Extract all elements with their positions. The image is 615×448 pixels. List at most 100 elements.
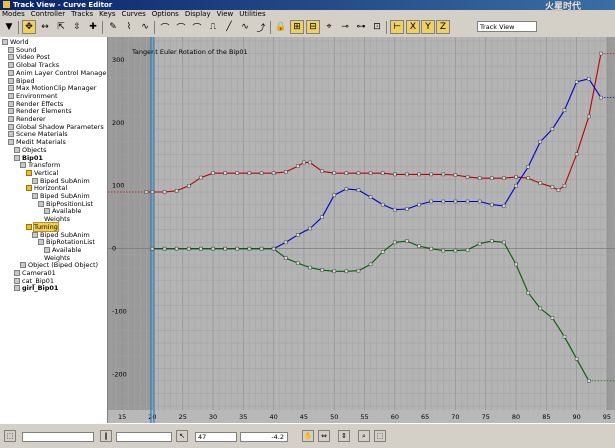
curve-key[interactable]	[562, 183, 567, 188]
curve-key[interactable]	[368, 171, 373, 175]
curve-key[interactable]	[283, 170, 288, 174]
curve-key[interactable]	[235, 171, 240, 175]
curve-key[interactable]	[477, 199, 482, 204]
curve-key[interactable]	[368, 262, 373, 267]
curve-key[interactable]	[259, 246, 264, 251]
curve-key[interactable]	[393, 207, 397, 212]
curve-key[interactable]	[271, 246, 276, 251]
curve-key[interactable]	[344, 187, 349, 191]
curve-key[interactable]	[308, 160, 312, 165]
menu-utilities[interactable]: Utilities	[239, 10, 265, 18]
curve-key[interactable]	[320, 169, 324, 174]
curve-key[interactable]	[514, 262, 518, 267]
lock-tangents-icon[interactable]: ⊟	[306, 20, 320, 34]
curve-key[interactable]	[187, 246, 191, 251]
break-tangents-icon[interactable]: ⊸	[338, 20, 352, 34]
menu-keys[interactable]: Keys	[99, 10, 115, 18]
curve-key[interactable]	[574, 357, 579, 361]
curve-key[interactable]	[344, 171, 349, 175]
menu-controller[interactable]: Controller	[31, 10, 65, 18]
curve-key[interactable]	[308, 265, 312, 270]
curve-key[interactable]	[502, 204, 506, 208]
parameter-curve-out-icon[interactable]: ⤴	[254, 20, 268, 34]
curve-key[interactable]	[356, 188, 361, 192]
curve-key[interactable]	[417, 202, 421, 207]
curve-key[interactable]	[538, 306, 543, 311]
curve-key[interactable]	[556, 188, 561, 192]
curve-key[interactable]	[429, 172, 433, 177]
zoom-region-icon[interactable]: ⬚	[374, 430, 386, 442]
slide-keys-icon[interactable]: ↔	[38, 20, 52, 34]
curve-key[interactable]	[599, 51, 603, 56]
curve-key[interactable]	[296, 261, 300, 265]
curve-key[interactable]	[380, 171, 385, 175]
filter-icon[interactable]: ▼	[2, 20, 16, 34]
curve-key[interactable]	[150, 190, 155, 194]
curve-key[interactable]	[587, 77, 591, 81]
curve-key[interactable]	[562, 335, 567, 339]
curve-key[interactable]	[441, 248, 446, 253]
curve-key[interactable]	[453, 248, 458, 253]
curve-key[interactable]	[308, 226, 312, 231]
curve-key[interactable]	[162, 246, 167, 251]
pause-icon[interactable]: ‖	[100, 430, 112, 442]
unify-tangents-icon[interactable]: ⊶	[354, 20, 368, 34]
key-icon[interactable]: ⬚	[4, 430, 16, 442]
curve-key[interactable]	[514, 175, 518, 179]
curve-key[interactable]	[393, 172, 397, 177]
curve-key[interactable]	[441, 199, 446, 204]
curve-key[interactable]	[174, 189, 179, 193]
curve-key[interactable]	[199, 175, 203, 180]
snap-frames-icon[interactable]: ⊞	[290, 20, 304, 34]
curve-key[interactable]	[465, 248, 470, 252]
curve-key[interactable]	[235, 246, 240, 251]
curve-key[interactable]	[356, 171, 361, 175]
zoom-value-extents-icon[interactable]: ⇕	[338, 430, 350, 442]
curve-key[interactable]	[380, 202, 385, 207]
curve-key[interactable]	[526, 290, 530, 295]
move-keys-icon[interactable]: ✥	[22, 20, 36, 34]
curve-key[interactable]	[320, 268, 324, 272]
value-field[interactable]: -4.2	[240, 432, 288, 442]
tree-item[interactable]: girl_Bip01	[14, 284, 58, 292]
curve-key[interactable]	[417, 244, 421, 248]
curve-key[interactable]	[150, 246, 155, 251]
curve-key[interactable]	[296, 164, 300, 168]
curve-key[interactable]	[441, 172, 446, 177]
tangent-slow-icon[interactable]: ⌒	[190, 20, 204, 34]
draw-curves-icon[interactable]: ✎	[106, 20, 120, 34]
curve-key[interactable]	[271, 171, 276, 175]
curve-graph[interactable]: Tangent Euler Rotation of the Bip01 300 20…	[108, 37, 615, 423]
curve-key[interactable]	[368, 195, 373, 199]
curve-key[interactable]	[187, 183, 191, 188]
curve-key[interactable]	[599, 95, 603, 100]
curve-key[interactable]	[502, 176, 506, 180]
curve-key[interactable]	[211, 246, 215, 251]
curve-key[interactable]	[223, 171, 227, 175]
curve-key[interactable]	[320, 215, 324, 219]
curve-key[interactable]	[429, 246, 433, 251]
curve-key[interactable]	[144, 190, 149, 194]
curve-key[interactable]	[587, 379, 591, 383]
curve-key[interactable]	[429, 199, 433, 204]
curve-key[interactable]	[550, 127, 555, 131]
menu-tracks[interactable]: Tracks	[71, 10, 93, 18]
curve-key[interactable]	[514, 183, 518, 188]
keys-z-icon[interactable]: Z	[436, 20, 450, 34]
curve-key[interactable]	[538, 181, 543, 185]
curve-key[interactable]	[574, 152, 579, 157]
menu-display[interactable]: Display	[185, 10, 211, 18]
curve-key[interactable]	[562, 108, 567, 112]
curve-key[interactable]	[490, 239, 494, 243]
position-ranges-icon[interactable]: ⊢	[390, 20, 404, 34]
track-view-name-field[interactable]: Track View	[477, 21, 537, 32]
tangent-auto-icon[interactable]: ∿	[138, 20, 152, 34]
tangent-fast-icon[interactable]: ⌒	[174, 20, 188, 34]
keys-y-icon[interactable]: Y	[421, 20, 435, 34]
reduce-keys-icon[interactable]: ⌇	[122, 20, 136, 34]
show-tangents-icon[interactable]: ⌖	[322, 20, 336, 34]
curve-key[interactable]	[550, 185, 555, 189]
curve-key[interactable]	[162, 190, 167, 194]
curve-graph-canvas[interactable]: Tangent Euler Rotation of the Bip0130020…	[108, 37, 615, 423]
filter-keys-icon[interactable]: ⊡	[370, 20, 384, 34]
